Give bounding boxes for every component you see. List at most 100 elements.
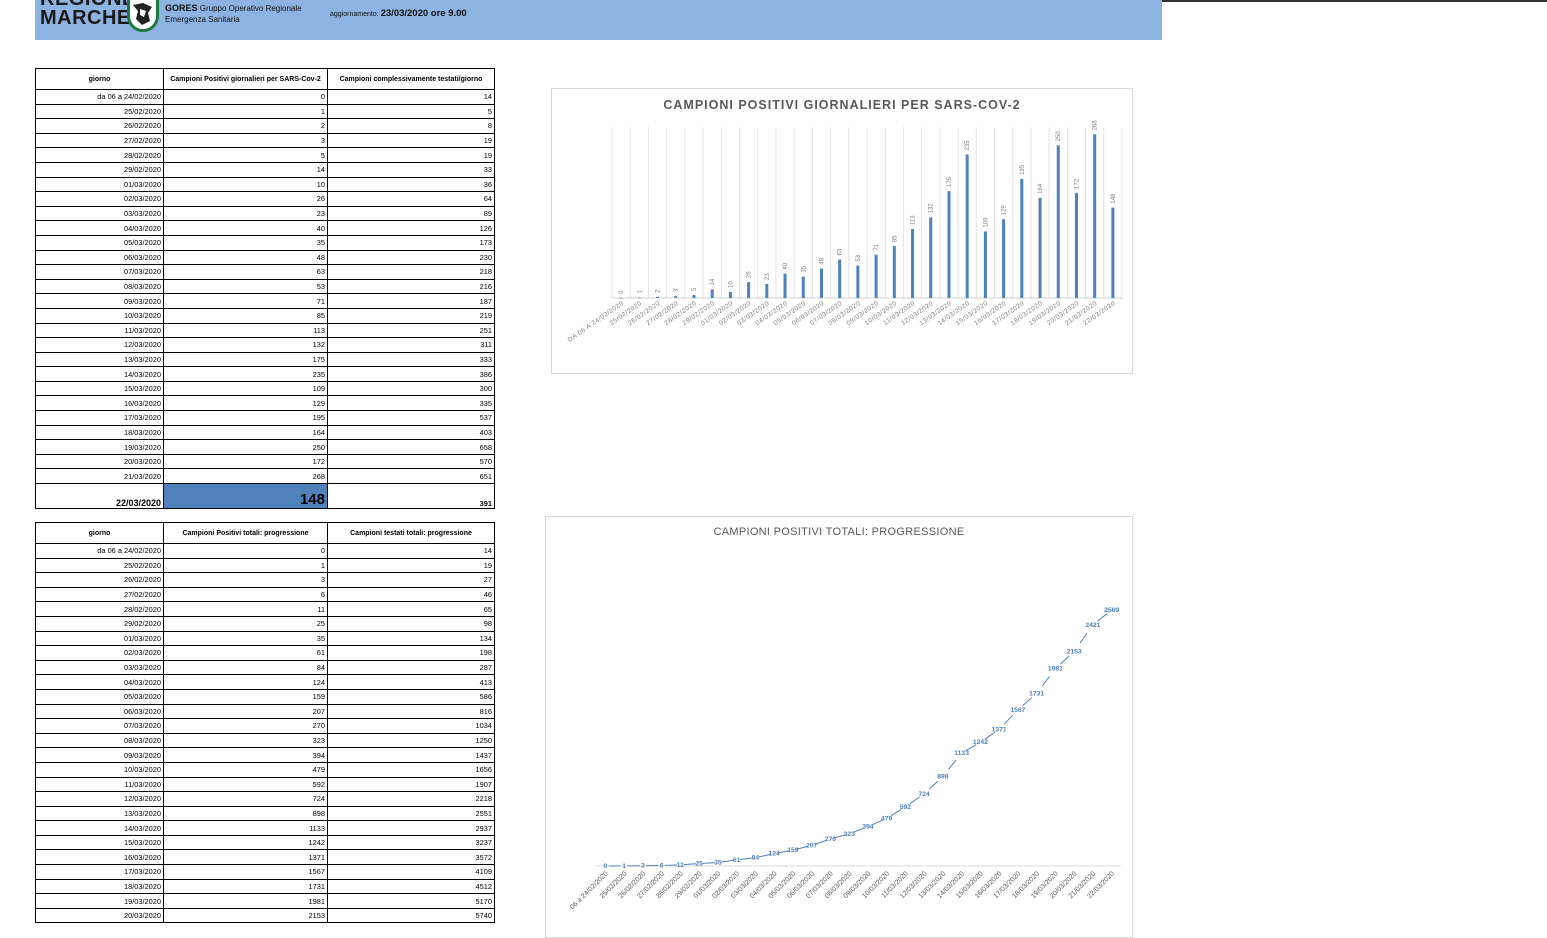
date-cell: 02/03/2020 — [36, 192, 164, 207]
tested-cell: 46 — [328, 587, 495, 602]
data-label: 1567 — [1010, 707, 1025, 714]
positives-cell: 14 — [164, 162, 328, 177]
tested-cell: 333 — [328, 352, 495, 367]
date-cell: 05/03/2020 — [36, 235, 164, 250]
tested-cell: 311 — [328, 338, 495, 353]
bar — [784, 274, 787, 298]
data-label: 0 — [603, 863, 607, 870]
table-row: 08/03/202053216 — [36, 279, 495, 294]
positives-cell: 2 — [164, 119, 328, 134]
tested-cell: 230 — [328, 250, 495, 265]
data-label: 6 — [660, 862, 664, 869]
tested-cell: 134 — [328, 631, 495, 646]
date-cell: 08/03/2020 — [36, 279, 164, 294]
data-label: 35 — [801, 265, 807, 272]
tested-cell: 216 — [328, 279, 495, 294]
data-label: 479 — [881, 815, 893, 822]
data-label: 0 — [619, 290, 625, 294]
tested-cell: 2218 — [328, 792, 495, 807]
table-row: 12/03/20207242218 — [36, 792, 495, 807]
data-label: 2569 — [1104, 607, 1119, 614]
date-cell: 11/03/2020 — [36, 323, 164, 338]
data-label: 63 — [838, 248, 844, 255]
table-row: 17/03/202015674109 — [36, 865, 495, 880]
date-cell: 09/03/2020 — [36, 294, 164, 309]
bar — [638, 297, 641, 298]
table-row: 25/02/202015 — [36, 104, 495, 119]
date-cell: 20/03/2020 — [36, 908, 164, 923]
table-row: 15/03/202012423237 — [36, 835, 495, 850]
table-row: 26/02/202028 — [36, 119, 495, 134]
table-row: 11/03/20205921907 — [36, 777, 495, 792]
date-cell: 13/03/2020 — [36, 352, 164, 367]
date-cell: 05/03/2020 — [36, 689, 164, 704]
table-row: 16/03/202013713572 — [36, 850, 495, 865]
table-row: 09/03/20203941437 — [36, 748, 495, 763]
column-header: Campioni testati totali: progressione — [328, 523, 495, 544]
date-cell: 13/03/2020 — [36, 806, 164, 821]
table-row: 06/03/2020207816 — [36, 704, 495, 719]
data-label: 25 — [695, 861, 703, 868]
date-cell: 15/03/2020 — [36, 381, 164, 396]
tested-cell: 19 — [328, 133, 495, 148]
positives-cell: 0 — [164, 90, 328, 105]
line-segment — [910, 797, 920, 804]
line-segment — [1023, 698, 1032, 706]
date-cell: 27/02/2020 — [36, 133, 164, 148]
table-row: 14/03/2020235386 — [36, 367, 495, 382]
tested-cell: 1656 — [328, 762, 495, 777]
bar-chart-plot: 0DA 06 A 24/02/2020125/02/2020226/02/202… — [552, 89, 1132, 373]
cumulative-positives-chart: CAMPIONI POSITIVI TOTALI: PROGRESSIONE 0… — [545, 516, 1133, 938]
positives-cell: 172 — [164, 454, 328, 469]
tested-cell: 65 — [328, 602, 495, 617]
gores-name: GORES — [165, 3, 198, 13]
table-row: 18/03/202017314512 — [36, 879, 495, 894]
line-segment — [1004, 715, 1012, 724]
data-label: 3 — [674, 288, 680, 292]
date-cell: 25/02/2020 — [36, 558, 164, 573]
latest-date-cell: 22/03/2020 — [36, 484, 164, 509]
table-row: 17/03/2020195537 — [36, 411, 495, 426]
table-row: 13/03/2020175333 — [36, 352, 495, 367]
date-cell: 08/03/2020 — [36, 733, 164, 748]
data-label: 592 — [900, 804, 912, 811]
latest-tested-cell: 391 — [328, 484, 495, 509]
bar — [1057, 145, 1060, 298]
tested-cell: 3572 — [328, 850, 495, 865]
data-label: 898 — [937, 774, 949, 781]
table-row: 11/03/2020113251 — [36, 323, 495, 338]
table-row: 01/03/20201036 — [36, 177, 495, 192]
bar — [966, 154, 969, 298]
tested-cell: 537 — [328, 411, 495, 426]
tested-cell: 8 — [328, 119, 495, 134]
tested-cell: 251 — [328, 323, 495, 338]
date-cell: 26/02/2020 — [36, 119, 164, 134]
date-cell: 04/03/2020 — [36, 675, 164, 690]
data-label: 2153 — [1067, 648, 1082, 655]
date-cell: 17/03/2020 — [36, 411, 164, 426]
positives-cell: 1 — [164, 558, 328, 573]
bar — [747, 282, 750, 298]
data-label: 61 — [733, 857, 741, 864]
tested-cell: 403 — [328, 425, 495, 440]
table-row: 27/02/2020319 — [36, 133, 495, 148]
tested-cell: 287 — [328, 660, 495, 675]
data-label: 1981 — [1048, 666, 1063, 673]
tested-cell: 3237 — [328, 835, 495, 850]
date-cell: 01/03/2020 — [36, 631, 164, 646]
positives-cell: 270 — [164, 719, 328, 734]
table-row: 12/03/2020132311 — [36, 338, 495, 353]
top-rule — [1162, 0, 1547, 2]
date-cell: 02/03/2020 — [36, 646, 164, 661]
tested-cell: 335 — [328, 396, 495, 411]
table-row: da 06 a 24/02/2020014 — [36, 90, 495, 105]
positives-cell: 3 — [164, 133, 328, 148]
positives-cell: 394 — [164, 748, 328, 763]
positives-cell: 195 — [164, 411, 328, 426]
positives-cell: 124 — [164, 675, 328, 690]
positives-cell: 26 — [164, 192, 328, 207]
data-label: 23 — [765, 273, 771, 280]
data-label: 235 — [965, 140, 971, 151]
bar — [620, 298, 623, 299]
data-label: 3 — [641, 863, 645, 870]
